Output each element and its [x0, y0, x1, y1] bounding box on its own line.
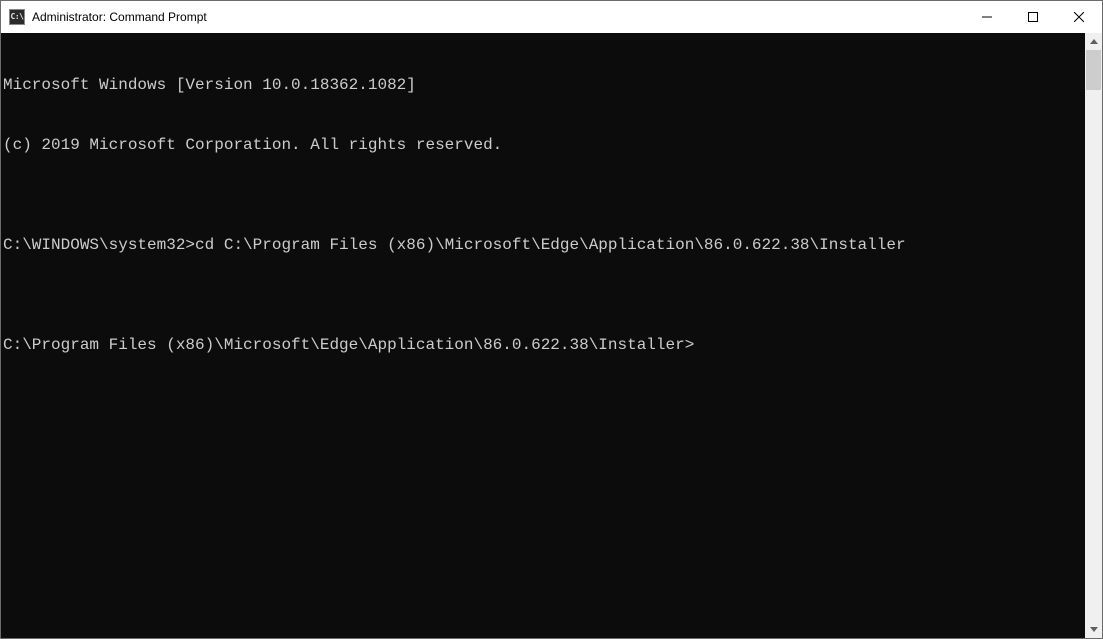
maximize-button[interactable]: [1010, 1, 1056, 33]
close-icon: [1074, 12, 1084, 22]
terminal-line: (c) 2019 Microsoft Corporation. All righ…: [3, 135, 1085, 155]
close-button[interactable]: [1056, 1, 1102, 33]
cmd-icon: C:\: [9, 9, 25, 25]
content-area: Microsoft Windows [Version 10.0.18362.10…: [1, 33, 1102, 638]
maximize-icon: [1028, 12, 1038, 22]
terminal-output[interactable]: Microsoft Windows [Version 10.0.18362.10…: [1, 33, 1085, 638]
terminal-prompt-text: C:\Program Files (x86)\Microsoft\Edge\Ap…: [3, 336, 694, 354]
vertical-scrollbar[interactable]: [1085, 33, 1102, 638]
cursor-icon: [694, 346, 702, 349]
titlebar-left: C:\ Administrator: Command Prompt: [1, 9, 207, 25]
scroll-down-arrow-icon[interactable]: [1085, 621, 1102, 638]
window-title: Administrator: Command Prompt: [32, 10, 207, 24]
titlebar[interactable]: C:\ Administrator: Command Prompt: [1, 1, 1102, 33]
minimize-button[interactable]: [964, 1, 1010, 33]
scroll-up-arrow-icon[interactable]: [1085, 33, 1102, 50]
terminal-line: Microsoft Windows [Version 10.0.18362.10…: [3, 75, 1085, 95]
scrollbar-track[interactable]: [1085, 50, 1102, 621]
minimize-icon: [982, 12, 992, 22]
command-prompt-window: C:\ Administrator: Command Prompt Micros…: [0, 0, 1103, 639]
window-controls: [964, 1, 1102, 33]
scrollbar-thumb[interactable]: [1086, 50, 1101, 90]
terminal-prompt-line: C:\Program Files (x86)\Microsoft\Edge\Ap…: [3, 335, 1085, 355]
terminal-line: C:\WINDOWS\system32>cd C:\Program Files …: [3, 235, 1085, 255]
